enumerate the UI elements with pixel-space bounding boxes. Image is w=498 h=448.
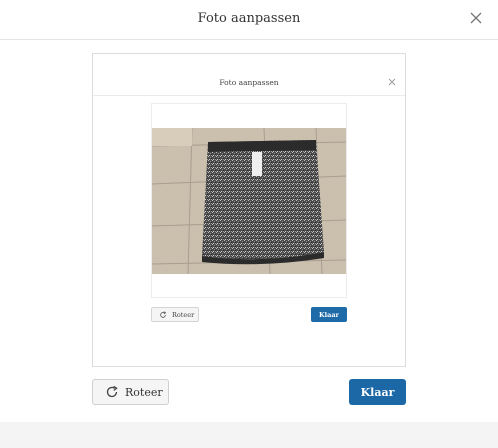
done-button[interactable]: Klaar bbox=[349, 379, 406, 405]
rotate-icon bbox=[160, 310, 167, 318]
product-photo[interactable] bbox=[152, 128, 346, 274]
rotate-label: Roteer bbox=[125, 385, 163, 399]
rotate-button[interactable]: Roteer bbox=[92, 379, 169, 405]
photo-editor-frame: Foto aanpassen Roteer Klaar bbox=[92, 53, 406, 367]
modal-title: Foto aanpassen bbox=[197, 11, 301, 26]
bottom-bar bbox=[0, 422, 498, 448]
rotate-icon bbox=[106, 385, 118, 398]
close-icon[interactable] bbox=[469, 11, 483, 25]
inner-header: Foto aanpassen bbox=[93, 54, 405, 96]
inner-close-icon[interactable] bbox=[388, 78, 396, 86]
modal-header: Foto aanpassen bbox=[0, 0, 498, 40]
inner-title: Foto aanpassen bbox=[219, 78, 279, 87]
inner-rotate-label: Roteer bbox=[172, 310, 195, 319]
inner-done-button[interactable]: Klaar bbox=[311, 307, 347, 322]
inner-rotate-button[interactable]: Roteer bbox=[151, 307, 199, 322]
image-canvas bbox=[151, 103, 347, 298]
